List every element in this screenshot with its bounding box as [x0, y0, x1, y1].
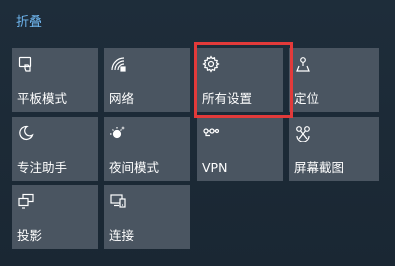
network-icon: [109, 55, 127, 73]
tile-location[interactable]: 定位: [289, 48, 379, 112]
project-icon: [17, 192, 35, 210]
tile-screen-snip[interactable]: 屏幕截图: [289, 117, 379, 181]
location-icon: [294, 55, 312, 73]
tile-night-light[interactable]: 夜间模式: [104, 117, 190, 181]
tile-label: 定位: [294, 91, 320, 106]
tile-project[interactable]: 投影: [12, 185, 98, 249]
tile-label: 平板模式: [17, 91, 68, 106]
tile-label: 所有设置: [202, 91, 253, 106]
tile-label: 连接: [109, 228, 135, 243]
gear-icon: [202, 55, 220, 73]
action-center-panel: 折叠 平板模式 网络 所有设置 定位 专注助手 夜间模式 VPN 屏幕截图 投影…: [0, 0, 395, 266]
vpn-icon: [202, 124, 220, 142]
connect-icon: [109, 192, 127, 210]
collapse-link[interactable]: 折叠: [16, 14, 42, 32]
tile-label: 屏幕截图: [294, 160, 345, 175]
tile-label: VPN: [202, 160, 228, 175]
night-light-icon: [109, 124, 127, 142]
snip-icon: [294, 124, 312, 142]
tile-vpn[interactable]: VPN: [197, 117, 283, 181]
tile-label: 专注助手: [17, 160, 68, 175]
tablet-mode-icon: [17, 55, 35, 73]
tile-network[interactable]: 网络: [104, 48, 190, 112]
moon-icon: [17, 124, 35, 142]
tile-label: 网络: [109, 91, 135, 106]
tile-connect[interactable]: 连接: [104, 185, 190, 249]
tile-tablet-mode[interactable]: 平板模式: [12, 48, 98, 112]
tile-label: 投影: [17, 228, 43, 243]
tile-all-settings[interactable]: 所有设置: [197, 48, 283, 112]
tile-focus-assist[interactable]: 专注助手: [12, 117, 98, 181]
tile-label: 夜间模式: [109, 160, 160, 175]
